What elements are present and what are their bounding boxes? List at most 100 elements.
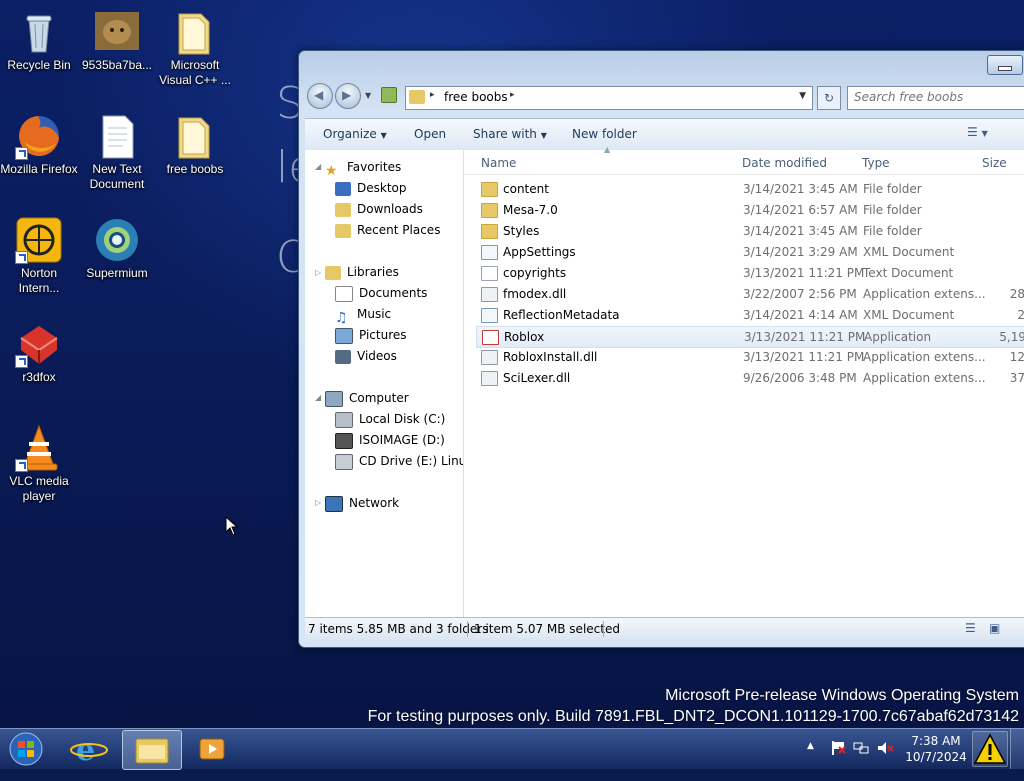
nav-label: Computer [349, 391, 409, 405]
taskbar-internet-explorer[interactable]: e [64, 730, 114, 768]
desktop-icon-new-text-document[interactable]: New Text Document [78, 112, 156, 192]
file-row[interactable]: ReflectionMetadata 3/14/2021 4:14 AM XML D… [476, 305, 1024, 325]
show-desktop-button[interactable] [1010, 729, 1024, 769]
network-icon[interactable] [852, 739, 870, 779]
mouse-cursor-icon [225, 516, 239, 536]
nav-label: Downloads [357, 202, 423, 216]
column-size[interactable]: Size [982, 156, 1007, 170]
recent-pages-dropdown[interactable]: ▼ [365, 91, 371, 100]
taskbar-windows-explorer[interactable] [122, 730, 182, 770]
search-box[interactable] [847, 86, 1024, 110]
up-folder-icon[interactable] [381, 87, 397, 103]
file-row[interactable]: copyrights 3/13/2021 11:21 PM Text Documen… [476, 263, 1024, 283]
nav-libraries[interactable]: Libraries [325, 262, 399, 282]
file-row[interactable]: content 3/14/2021 3:45 AM File folder [476, 179, 1024, 199]
file-date-modified: 3/13/2021 11:21 PM [743, 266, 865, 280]
nav-downloads[interactable]: Downloads [335, 199, 423, 219]
nav-recent-places[interactable]: Recent Places [335, 220, 440, 240]
taskbar-media-player[interactable] [190, 730, 234, 768]
nav-cd-drive[interactable]: CD Drive (E:) Linux M [335, 451, 463, 471]
address-bar[interactable]: ▸ free boobs ▸ ▼ [405, 86, 813, 110]
navigation-pane[interactable]: ◢ ★ Favorites Desktop Downloads Recent Pl… [305, 150, 464, 617]
nav-desktop[interactable]: Desktop [335, 178, 407, 198]
warning-icon [973, 733, 1007, 764]
refresh-button[interactable]: ↻ [817, 86, 841, 110]
desktop-icon-recycle-bin[interactable]: Recycle Bin [0, 8, 78, 73]
file-date-modified: 3/14/2021 3:45 AM [743, 182, 858, 196]
column-date-modified[interactable]: Date modified [742, 156, 827, 170]
change-view-button[interactable]: ☰ ▼ [967, 125, 988, 139]
image-file-icon [93, 8, 141, 56]
nav-music[interactable]: ♫ Music [335, 304, 392, 326]
column-name[interactable]: Name [481, 156, 516, 170]
column-type[interactable]: Type [862, 156, 890, 170]
volume-muted-icon[interactable] [876, 739, 894, 779]
expand-icon[interactable]: ▷ [315, 498, 321, 507]
desktop-icon-visual-cpp[interactable]: Microsoft Visual C++ ... [156, 8, 234, 88]
file-name: Styles [503, 224, 540, 238]
desktop-icon-label: Supermium [86, 266, 148, 280]
cd-drive-icon [335, 453, 353, 470]
large-icons-view-icon[interactable]: ▣ [989, 621, 1000, 635]
desktop-icon-supermium[interactable]: Supermium [78, 216, 156, 281]
nav-label: Music [357, 307, 392, 321]
file-name: fmodex.dll [503, 287, 567, 301]
file-row[interactable]: Roblox 3/13/2021 11:21 PM Application 5,19 [476, 326, 1024, 348]
back-button[interactable]: ◀ [307, 83, 333, 109]
warning-button[interactable] [972, 731, 1008, 767]
usb-drive-icon [335, 432, 353, 449]
expand-icon[interactable]: ▷ [315, 268, 321, 277]
chevron-down-icon: ▼ [981, 129, 988, 138]
explorer-window[interactable]: ◀ ▶ ▼ ▸ free boobs ▸ ▼ ↻ Organize ▼ Open… [298, 50, 1024, 648]
desktop-icon [335, 181, 351, 196]
nav-label: ISOIMAGE (D:) [359, 433, 445, 447]
desktop-icon-image-file[interactable]: 9535ba7ba... [78, 8, 156, 73]
action-center-flag-icon[interactable] [829, 739, 847, 779]
file-row[interactable]: SciLexer.dll 9/26/2006 3:48 PM Application… [476, 368, 1024, 388]
file-type: Application extens... [863, 371, 986, 385]
details-view-icon[interactable]: ☰ [965, 621, 976, 635]
desktop-icon-norton[interactable]: Norton Intern... [0, 216, 78, 296]
start-button[interactable] [4, 730, 48, 768]
organize-button[interactable]: Organize ▼ [323, 127, 387, 141]
nav-videos[interactable]: Videos [335, 346, 397, 366]
file-row[interactable]: Styles 3/14/2021 3:45 AM File folder [476, 221, 1024, 241]
nav-isoimage[interactable]: ISOIMAGE (D:) [335, 430, 445, 450]
nav-network[interactable]: Network [325, 493, 399, 513]
desktop-icon-firefox[interactable]: Mozilla Firefox [0, 112, 78, 177]
file-type: File folder [863, 182, 922, 196]
file-row[interactable]: RobloxInstall.dll 3/13/2021 11:21 PM Appli… [476, 347, 1024, 367]
nav-pictures[interactable]: Pictures [335, 325, 407, 345]
nav-favorites[interactable]: ★ Favorites [325, 157, 401, 179]
desktop-icon-r3dfox[interactable]: r3dfox [0, 320, 78, 385]
desktop-icon-free-boobs-folder[interactable]: free boobs [156, 112, 234, 177]
share-with-button[interactable]: Share with ▼ [473, 127, 547, 141]
collapse-icon[interactable]: ◢ [315, 162, 321, 171]
file-row[interactable]: fmodex.dll 3/22/2007 2:56 PM Application e… [476, 284, 1024, 304]
back-arrow-icon: ◀ [314, 88, 324, 102]
file-row[interactable]: AppSettings 3/14/2021 3:29 AM XML Document [476, 242, 1024, 262]
file-name: AppSettings [503, 245, 576, 259]
nav-computer[interactable]: Computer [325, 388, 409, 408]
search-input[interactable] [848, 87, 1024, 107]
desktop-icon-vlc[interactable]: VLC media player [0, 424, 78, 504]
folder-icon [171, 112, 219, 160]
breadcrumb-current-folder[interactable]: free boobs [444, 90, 508, 104]
nav-label: Videos [357, 349, 397, 363]
windows-explorer-icon [135, 738, 169, 764]
nav-local-disk[interactable]: Local Disk (C:) [335, 409, 445, 429]
network-icon [325, 495, 343, 512]
new-folder-button[interactable]: New folder [572, 127, 637, 141]
supermium-icon [93, 216, 141, 264]
windows-start-orb-icon [9, 732, 43, 766]
taskbar-clock[interactable]: 7:38 AM 10/7/2024 [904, 733, 968, 765]
minimize-button[interactable] [987, 55, 1023, 75]
open-button[interactable]: Open [414, 127, 446, 141]
file-row[interactable]: Mesa-7.0 3/14/2021 6:57 AM File folder [476, 200, 1024, 220]
downloads-icon [335, 202, 351, 217]
collapse-icon[interactable]: ◢ [315, 393, 321, 402]
address-dropdown-icon[interactable]: ▼ [799, 91, 806, 101]
forward-button[interactable]: ▶ [335, 83, 361, 109]
show-hidden-icons-button[interactable]: ▲ [807, 741, 814, 781]
nav-documents[interactable]: Documents [335, 283, 427, 303]
